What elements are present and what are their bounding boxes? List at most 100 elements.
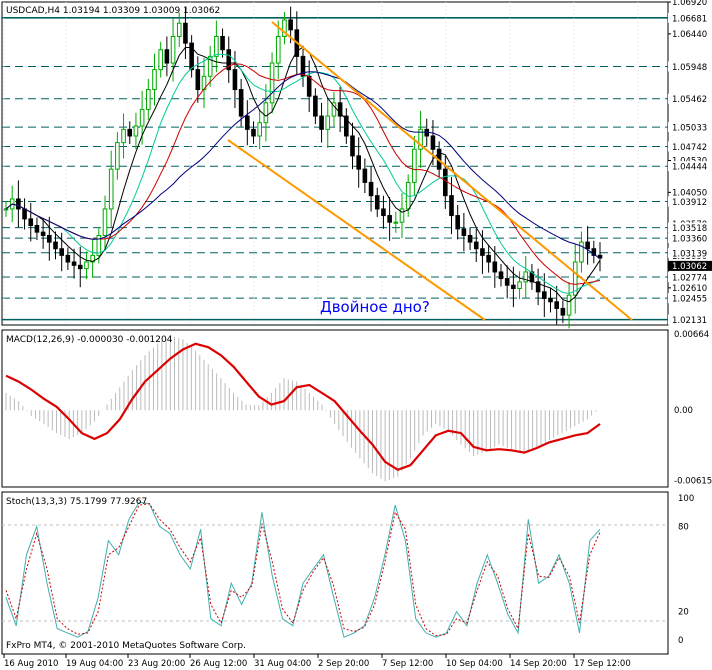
candle-body xyxy=(387,215,392,223)
macd-panel xyxy=(1,329,669,488)
level-label[interactable]: 1.05033 xyxy=(672,124,707,134)
candle-body xyxy=(467,234,473,243)
candle-body xyxy=(34,225,40,233)
annotation-text[interactable]: Двойное дно? xyxy=(320,298,430,316)
level-label[interactable]: 1.03518 xyxy=(672,224,707,234)
candle-body xyxy=(59,248,64,256)
candle-body xyxy=(238,89,244,117)
macd-tick-label: -0.00615 xyxy=(674,477,712,487)
candle-body xyxy=(542,291,547,299)
time-tick-label: 7 Sep 12:00 xyxy=(382,659,433,669)
candle-body xyxy=(443,168,448,197)
candle-body xyxy=(504,278,510,286)
candle-body xyxy=(269,62,275,104)
candle-body xyxy=(492,261,498,273)
candle-body xyxy=(77,264,83,270)
candle-body xyxy=(65,254,71,263)
stoch-label: Stoch(13,3,3) 75.1799 77.9267 xyxy=(6,497,147,507)
level-label[interactable]: 1.05462 xyxy=(672,95,707,105)
candle-body xyxy=(245,115,250,130)
candle-body xyxy=(319,115,324,130)
candle-body xyxy=(350,135,355,157)
candle-body xyxy=(461,228,467,236)
candle-body xyxy=(127,128,133,137)
candle-body xyxy=(393,221,399,224)
time-tick-label: 17 Sep 12:00 xyxy=(574,659,631,669)
candle-body xyxy=(356,155,361,170)
level-label[interactable]: 1.04742 xyxy=(672,143,707,153)
stoch-tick-label: 80 xyxy=(678,522,689,532)
chart-canvas: USDCAD,H4 1.03194 1.03309 1.03009 1.0306… xyxy=(1,0,712,669)
level-label[interactable]: 1.03360 xyxy=(672,235,707,245)
stoch-tick-label: 100 xyxy=(678,494,694,504)
candle-body xyxy=(170,35,176,64)
candle-body xyxy=(449,195,454,217)
candle-body xyxy=(133,125,139,137)
time-tick-label: 14 Sep 20:00 xyxy=(510,659,567,669)
stoch-tick-label: 0 xyxy=(678,636,683,646)
level-label[interactable]: 1.03139 xyxy=(672,249,707,259)
candle-body xyxy=(486,254,491,263)
price-tick-label: 1.02610 xyxy=(672,284,707,294)
close-price-label: 1.03062 xyxy=(672,262,707,272)
candle-body xyxy=(362,168,368,183)
macd-axis: 0.00664 0.00 -0.00615 xyxy=(674,330,712,487)
level-label[interactable]: 1.02455 xyxy=(672,295,707,305)
time-tick-label: 31 Aug 04:00 xyxy=(254,659,311,669)
candle-body xyxy=(511,284,516,290)
candle-body xyxy=(554,301,559,309)
candle-body xyxy=(313,95,318,117)
candle-body xyxy=(368,181,374,197)
level-label[interactable]: 1.05948 xyxy=(672,63,707,73)
time-axis: 16 Aug 2010 19 Aug 04:00 23 Aug 20:00 26 Au… xyxy=(3,654,631,669)
candle-body xyxy=(164,49,170,64)
stoch-tick-label: 20 xyxy=(678,608,689,618)
candle-body xyxy=(498,271,504,280)
level-label[interactable]: 1.03912 xyxy=(672,198,707,208)
candle-body xyxy=(288,19,293,31)
candle-body xyxy=(251,128,256,137)
candle-body xyxy=(152,69,157,91)
candle-body xyxy=(232,69,238,91)
candle-body xyxy=(480,248,485,256)
time-tick-label: 26 Aug 12:00 xyxy=(190,659,247,669)
price-tick-label: 1.06920 xyxy=(672,0,707,8)
time-tick-label: 19 Aug 04:00 xyxy=(66,659,123,669)
candle-body xyxy=(412,148,417,183)
copyright-text: FxPro MT4, © 2001-2010 MetaQuotes Softwa… xyxy=(6,641,246,651)
candle-body xyxy=(566,294,572,316)
candle-body xyxy=(53,241,58,250)
candle-body xyxy=(16,198,21,210)
candle-body xyxy=(22,208,27,220)
candle-body xyxy=(158,49,163,71)
candle-body xyxy=(473,241,479,250)
macd-tick-label: 0.00 xyxy=(674,406,693,416)
candle-body xyxy=(214,35,219,57)
candle-body xyxy=(102,208,108,236)
stoch-axis: 100 80 20 0 xyxy=(678,494,694,646)
candle-body xyxy=(548,297,553,303)
macd-label: MACD(12,26,9) -0.000030 -0.001204 xyxy=(6,335,173,345)
level-labels: 1.06681 1.05948 1.05462 1.05033 1.04742 1.044… xyxy=(668,12,712,326)
candle-body xyxy=(176,22,182,37)
candle-body xyxy=(263,102,269,124)
level-label[interactable]: 1.02774 xyxy=(672,273,707,283)
candle-body xyxy=(71,261,77,266)
time-tick-label: 2 Sep 20:00 xyxy=(318,659,369,669)
candle-body xyxy=(275,35,281,64)
candle-body xyxy=(306,75,312,97)
time-tick-label: 23 Aug 20:00 xyxy=(128,659,185,669)
candle-body xyxy=(257,122,262,137)
level-label[interactable]: 1.04444 xyxy=(672,163,707,173)
level-label[interactable]: 1.06681 xyxy=(672,14,707,24)
price-tick-label: 1.06440 xyxy=(672,30,707,40)
candle-body xyxy=(3,208,9,211)
time-tick-label: 10 Sep 04:00 xyxy=(446,659,503,669)
candle-body xyxy=(195,69,201,91)
candle-body xyxy=(183,22,188,44)
level-label[interactable]: 1.02131 xyxy=(672,316,707,326)
candle-body xyxy=(139,108,145,127)
candle-body xyxy=(579,241,584,263)
candle-body xyxy=(517,281,522,290)
candle-body xyxy=(146,89,151,110)
